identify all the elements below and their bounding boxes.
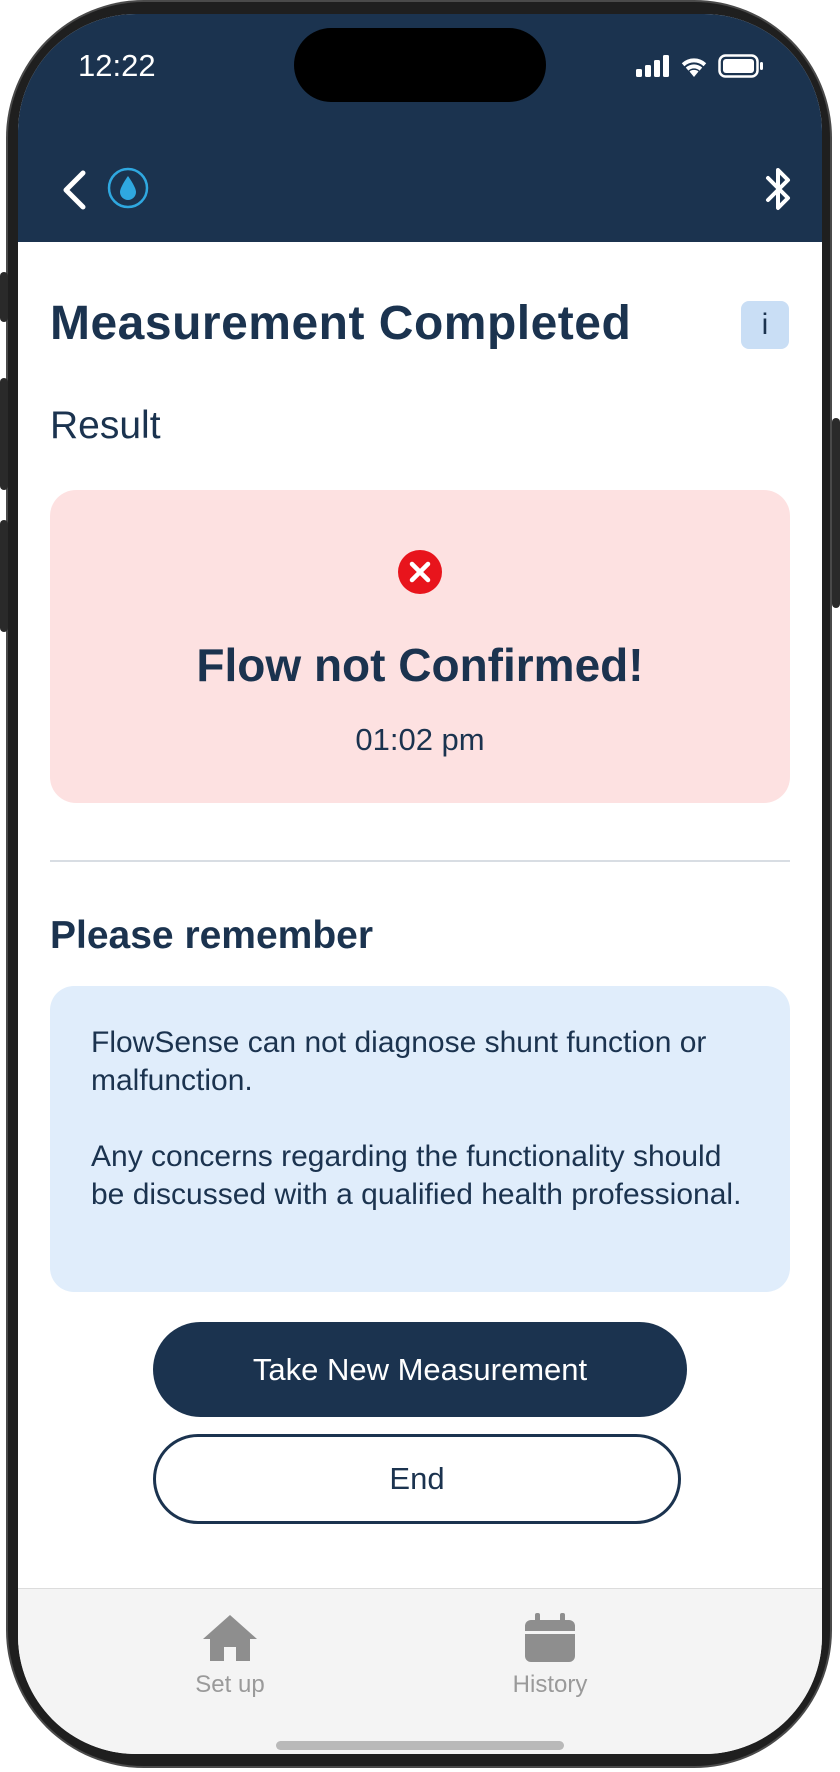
tab-bar: Set up History [18, 1588, 822, 1754]
error-x-icon [398, 550, 442, 594]
notice-paragraph-2: Any concerns regarding the functionality… [91, 1140, 742, 1211]
app-header: 12:22 [18, 14, 822, 242]
take-new-measurement-button[interactable]: Take New Measurement [153, 1322, 687, 1417]
battery-icon [718, 54, 763, 78]
page-title: Measurement Completed [50, 297, 632, 350]
home-icon [203, 1615, 257, 1661]
tab-history-label: History [512, 1671, 588, 1698]
result-section-label: Result [50, 404, 161, 447]
tab-history[interactable]: History [470, 1613, 630, 1699]
silent-switch [0, 272, 8, 322]
water-drop-icon [107, 167, 149, 209]
status-icons [636, 54, 764, 78]
info-button[interactable]: i [741, 301, 789, 349]
calendar-icon [525, 1613, 575, 1662]
result-timestamp: 01:02 pm [355, 722, 485, 757]
notice-card: FlowSense can not diagnose shunt functio… [50, 986, 790, 1292]
result-card: Flow not Confirmed! 01:02 pm [50, 490, 790, 803]
back-button[interactable] [52, 164, 96, 216]
power-button [832, 418, 840, 608]
tab-setup-label: Set up [195, 1671, 265, 1698]
chevron-left-icon [63, 170, 86, 210]
notice-text: FlowSense can not diagnose shunt functio… [91, 1024, 761, 1252]
section-divider [50, 860, 790, 862]
notice-paragraph-1: FlowSense can not diagnose shunt functio… [91, 1026, 707, 1097]
volume-up-button [0, 378, 8, 490]
remember-heading: Please remember [50, 914, 374, 957]
dynamic-island [294, 28, 546, 102]
tab-setup[interactable]: Set up [150, 1613, 310, 1699]
volume-down-button [0, 520, 8, 632]
signal-icon [636, 55, 669, 77]
app-screen: 12:22 Measurement Completed i Result Flo… [18, 14, 822, 1754]
bluetooth-icon[interactable] [762, 164, 796, 214]
home-indicator [276, 1741, 564, 1750]
end-button[interactable]: End [153, 1434, 681, 1524]
status-time: 12:22 [78, 48, 156, 83]
wifi-icon [681, 58, 707, 77]
result-status-title: Flow not Confirmed! [196, 639, 644, 691]
